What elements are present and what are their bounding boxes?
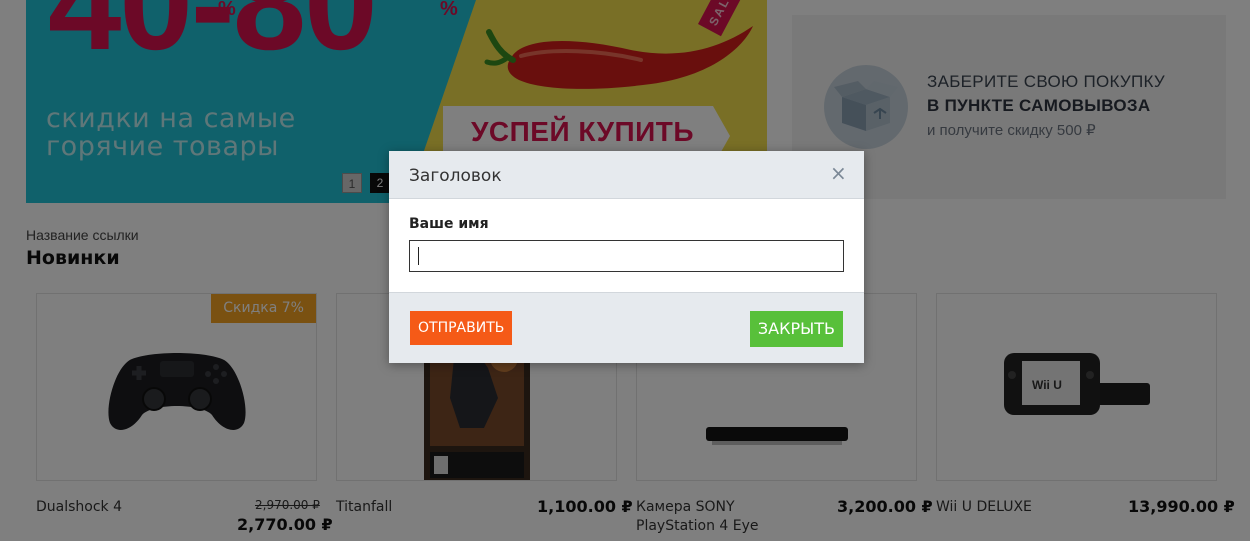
name-field-label: Ваше имя	[409, 216, 489, 232]
send-button[interactable]: ОТПРАВИТЬ	[410, 311, 513, 345]
text-caret	[418, 247, 419, 265]
close-icon[interactable]: ×	[830, 163, 847, 183]
close-button[interactable]: ЗАКРЫТЬ	[749, 311, 843, 347]
modal-title: Заголовок	[409, 166, 502, 186]
modal-footer: ОТПРАВИТЬ ЗАКРЫТЬ	[389, 292, 864, 363]
page: 40-80 % % SALE SALE SALE скидки на самые…	[0, 0, 1250, 541]
name-input[interactable]	[409, 240, 844, 272]
modal-dialog: Заголовок × Ваше имя ОТПРАВИТЬ ЗАКРЫТЬ	[389, 151, 864, 363]
modal-body: Ваше имя	[389, 199, 864, 293]
modal-header: Заголовок ×	[389, 151, 864, 199]
